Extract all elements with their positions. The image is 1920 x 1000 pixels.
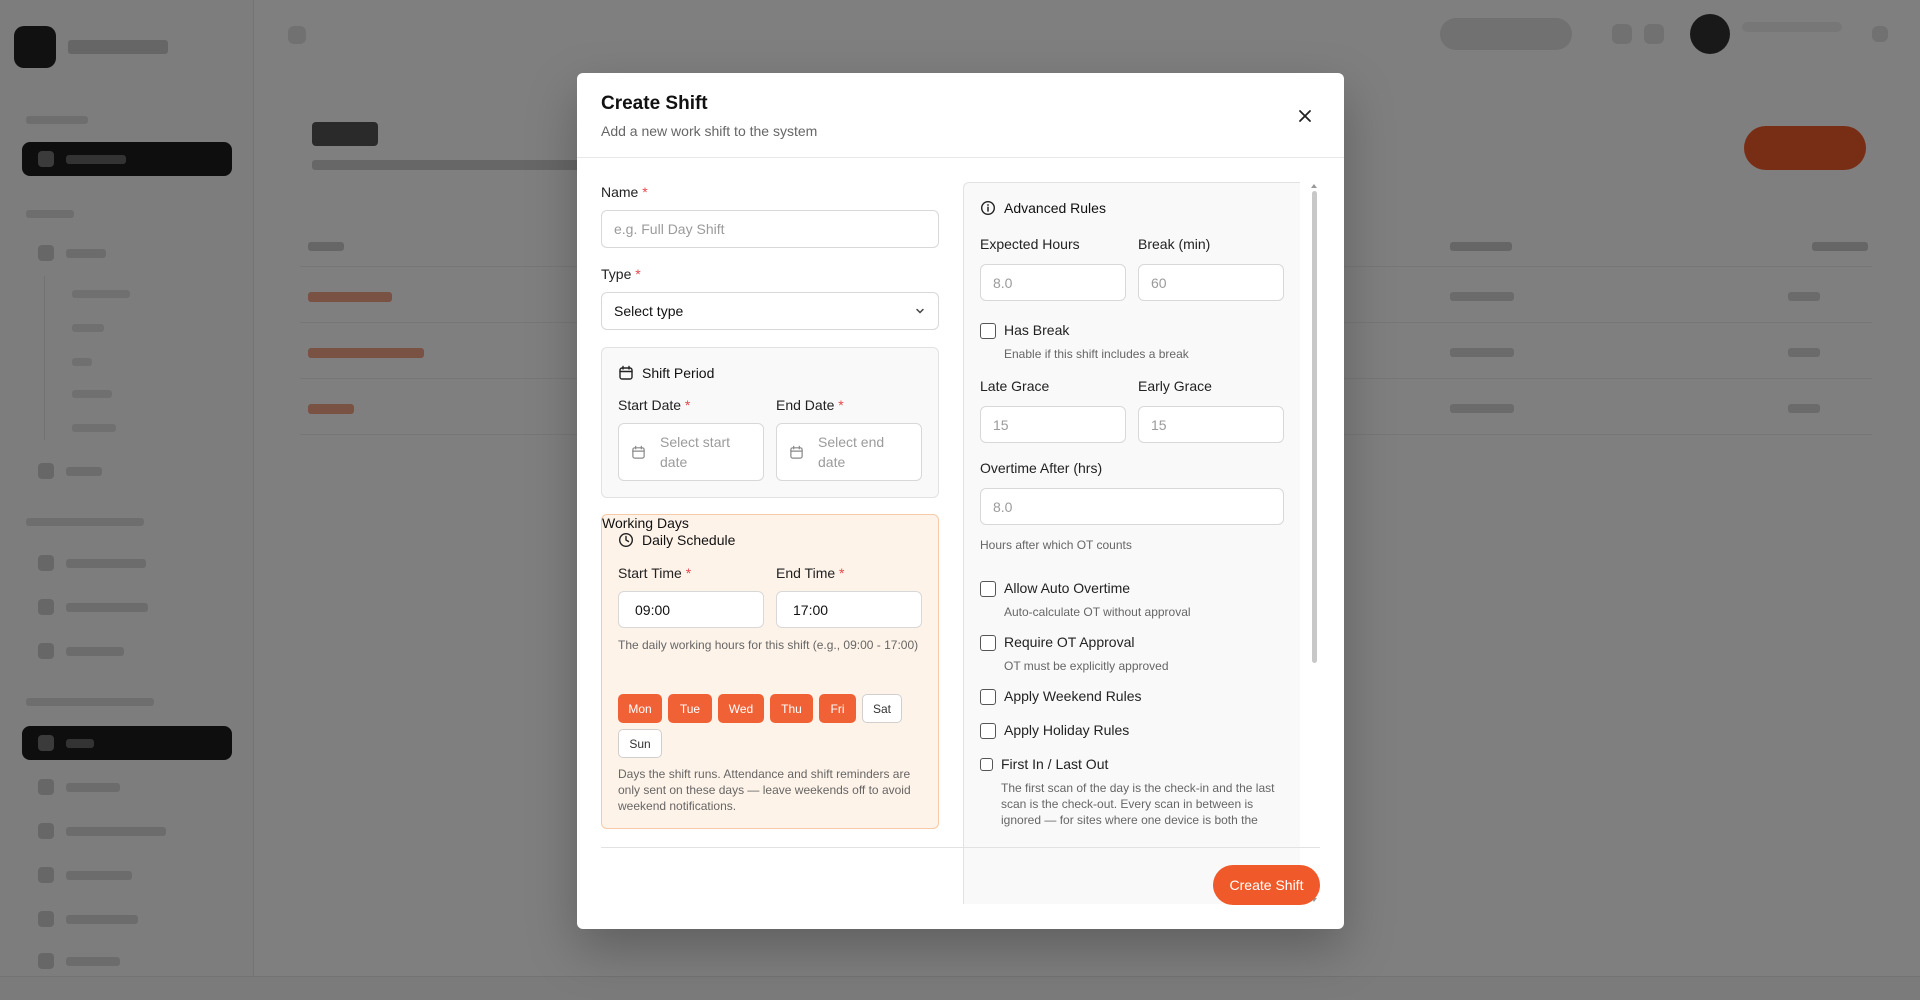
break-min-input[interactable] [1138,264,1284,301]
working-days-label: Working Days [602,515,689,531]
day-toggle-fri[interactable]: Fri [819,694,856,723]
start-time-label: Start Time * [618,565,691,581]
start-date-label-text: Start Date [618,397,682,413]
has-break-help: Enable if this shift includes a break [1004,347,1189,361]
daily-schedule-panel: Daily Schedule Start Time * End Time * T… [601,514,939,829]
shift-period-title-text: Shift Period [642,365,715,381]
required-mark: * [838,397,844,413]
day-toggle-thu[interactable]: Thu [770,694,813,723]
overtime-after-input[interactable] [980,488,1284,525]
footer-divider [601,847,1320,848]
calendar-icon [619,365,633,380]
end-date-label-text: End Date [776,397,835,413]
allow-auto-overtime-help: Auto-calculate OT without approval [1004,605,1191,619]
start-date-picker[interactable]: Select start date [618,423,764,481]
has-break-label: Has Break [1004,322,1070,338]
end-date-placeholder: Select end date [818,434,885,470]
name-label-text: Name [601,184,639,200]
type-label-text: Type [601,266,632,282]
require-ot-approval-label: Require OT Approval [1004,634,1135,650]
modal-title: Create Shift [601,93,708,114]
create-shift-dialog: Create Shift Add a new work shift to the… [577,73,1344,929]
info-icon [980,200,996,216]
name-label: Name * [601,184,648,200]
shift-period-title: Shift Period [618,365,714,381]
day-toggle-sun[interactable]: Sun [618,729,662,758]
modal-subtitle: Add a new work shift to the system [601,123,818,139]
type-select-value: Select type [614,303,684,319]
apply-weekend-rules-label: Apply Weekend Rules [1004,688,1142,704]
break-min-label: Break (min) [1138,236,1211,252]
end-time-label: End Time * [776,565,844,581]
early-grace-label: Early Grace [1138,378,1212,394]
advanced-rules-title: Advanced Rules [980,200,1106,216]
late-grace-input[interactable] [980,406,1126,443]
required-mark: * [635,266,641,282]
apply-holiday-rules-label: Apply Holiday Rules [1004,722,1130,738]
daily-schedule-help: The daily working hours for this shift (… [618,638,919,652]
day-toggle-sat[interactable]: Sat [862,694,902,723]
day-toggle-wed[interactable]: Wed [718,694,764,723]
create-shift-button[interactable]: Create Shift [1213,865,1320,905]
start-time-label-text: Start Time [618,565,682,581]
end-date-label: End Date * [776,397,844,413]
close-button[interactable] [1292,103,1318,129]
daily-schedule-title-text: Daily Schedule [642,532,736,548]
first-in-last-out-checkbox[interactable] [980,758,993,771]
expected-hours-input[interactable] [980,264,1126,301]
working-days-help: Days the shift runs. Attendance and shif… [618,767,911,813]
end-time-label-text: End Time [776,565,836,581]
require-ot-approval-help: OT must be explicitly approved [1004,659,1169,673]
required-mark: * [839,565,845,581]
required-mark: * [684,397,691,413]
late-grace-label: Late Grace [980,378,1050,394]
clock-icon [618,532,634,548]
day-toggle-mon[interactable]: Mon [618,694,662,723]
first-in-last-out-label: First In / Last Out [1001,756,1109,772]
advanced-rules-scrollbar[interactable] [1309,182,1320,904]
required-mark: * [685,565,692,581]
type-label: Type * [601,266,641,282]
first-in-last-out-help: The first scan of the day is the check-i… [1001,781,1275,827]
day-toggle-tue[interactable]: Tue [668,694,712,723]
overtime-after-label: Overtime After (hrs) [980,460,1103,476]
early-grace-input[interactable] [1138,406,1284,443]
daily-schedule-title: Daily Schedule [618,532,735,548]
name-input[interactable] [601,210,939,248]
type-select[interactable]: Select type [601,292,939,330]
apply-holiday-rules-checkbox[interactable] [980,723,996,739]
close-icon [1299,110,1311,122]
require-ot-approval-checkbox[interactable] [980,635,996,651]
scroll-up-arrow[interactable] [1311,184,1317,188]
shift-period-panel: Shift Period Start Date * End Date * Sel… [601,347,939,498]
start-time-input[interactable] [618,591,764,628]
chevron-down-icon [916,308,924,314]
advanced-rules-title-text: Advanced Rules [1004,200,1106,216]
allow-auto-overtime-label: Allow Auto Overtime [1004,580,1131,596]
allow-auto-overtime-checkbox[interactable] [980,581,996,597]
end-date-picker[interactable]: Select end date [776,423,922,481]
has-break-checkbox[interactable] [980,323,996,339]
start-date-placeholder: Select start date [660,434,731,470]
expected-hours-label: Expected Hours [980,236,1080,252]
scroll-thumb[interactable] [1312,191,1317,663]
advanced-rules-panel[interactable]: Advanced Rules Expected Hours Break (min… [963,182,1300,904]
calendar-icon [632,445,645,459]
required-mark: * [642,184,648,200]
overtime-after-help: Hours after which OT counts [980,538,1132,552]
end-time-input[interactable] [776,591,922,628]
apply-weekend-rules-checkbox[interactable] [980,689,996,705]
start-date-label: Start Date * [618,397,690,413]
modal-header: Create Shift Add a new work shift to the… [577,73,1344,158]
calendar-icon [790,445,803,459]
